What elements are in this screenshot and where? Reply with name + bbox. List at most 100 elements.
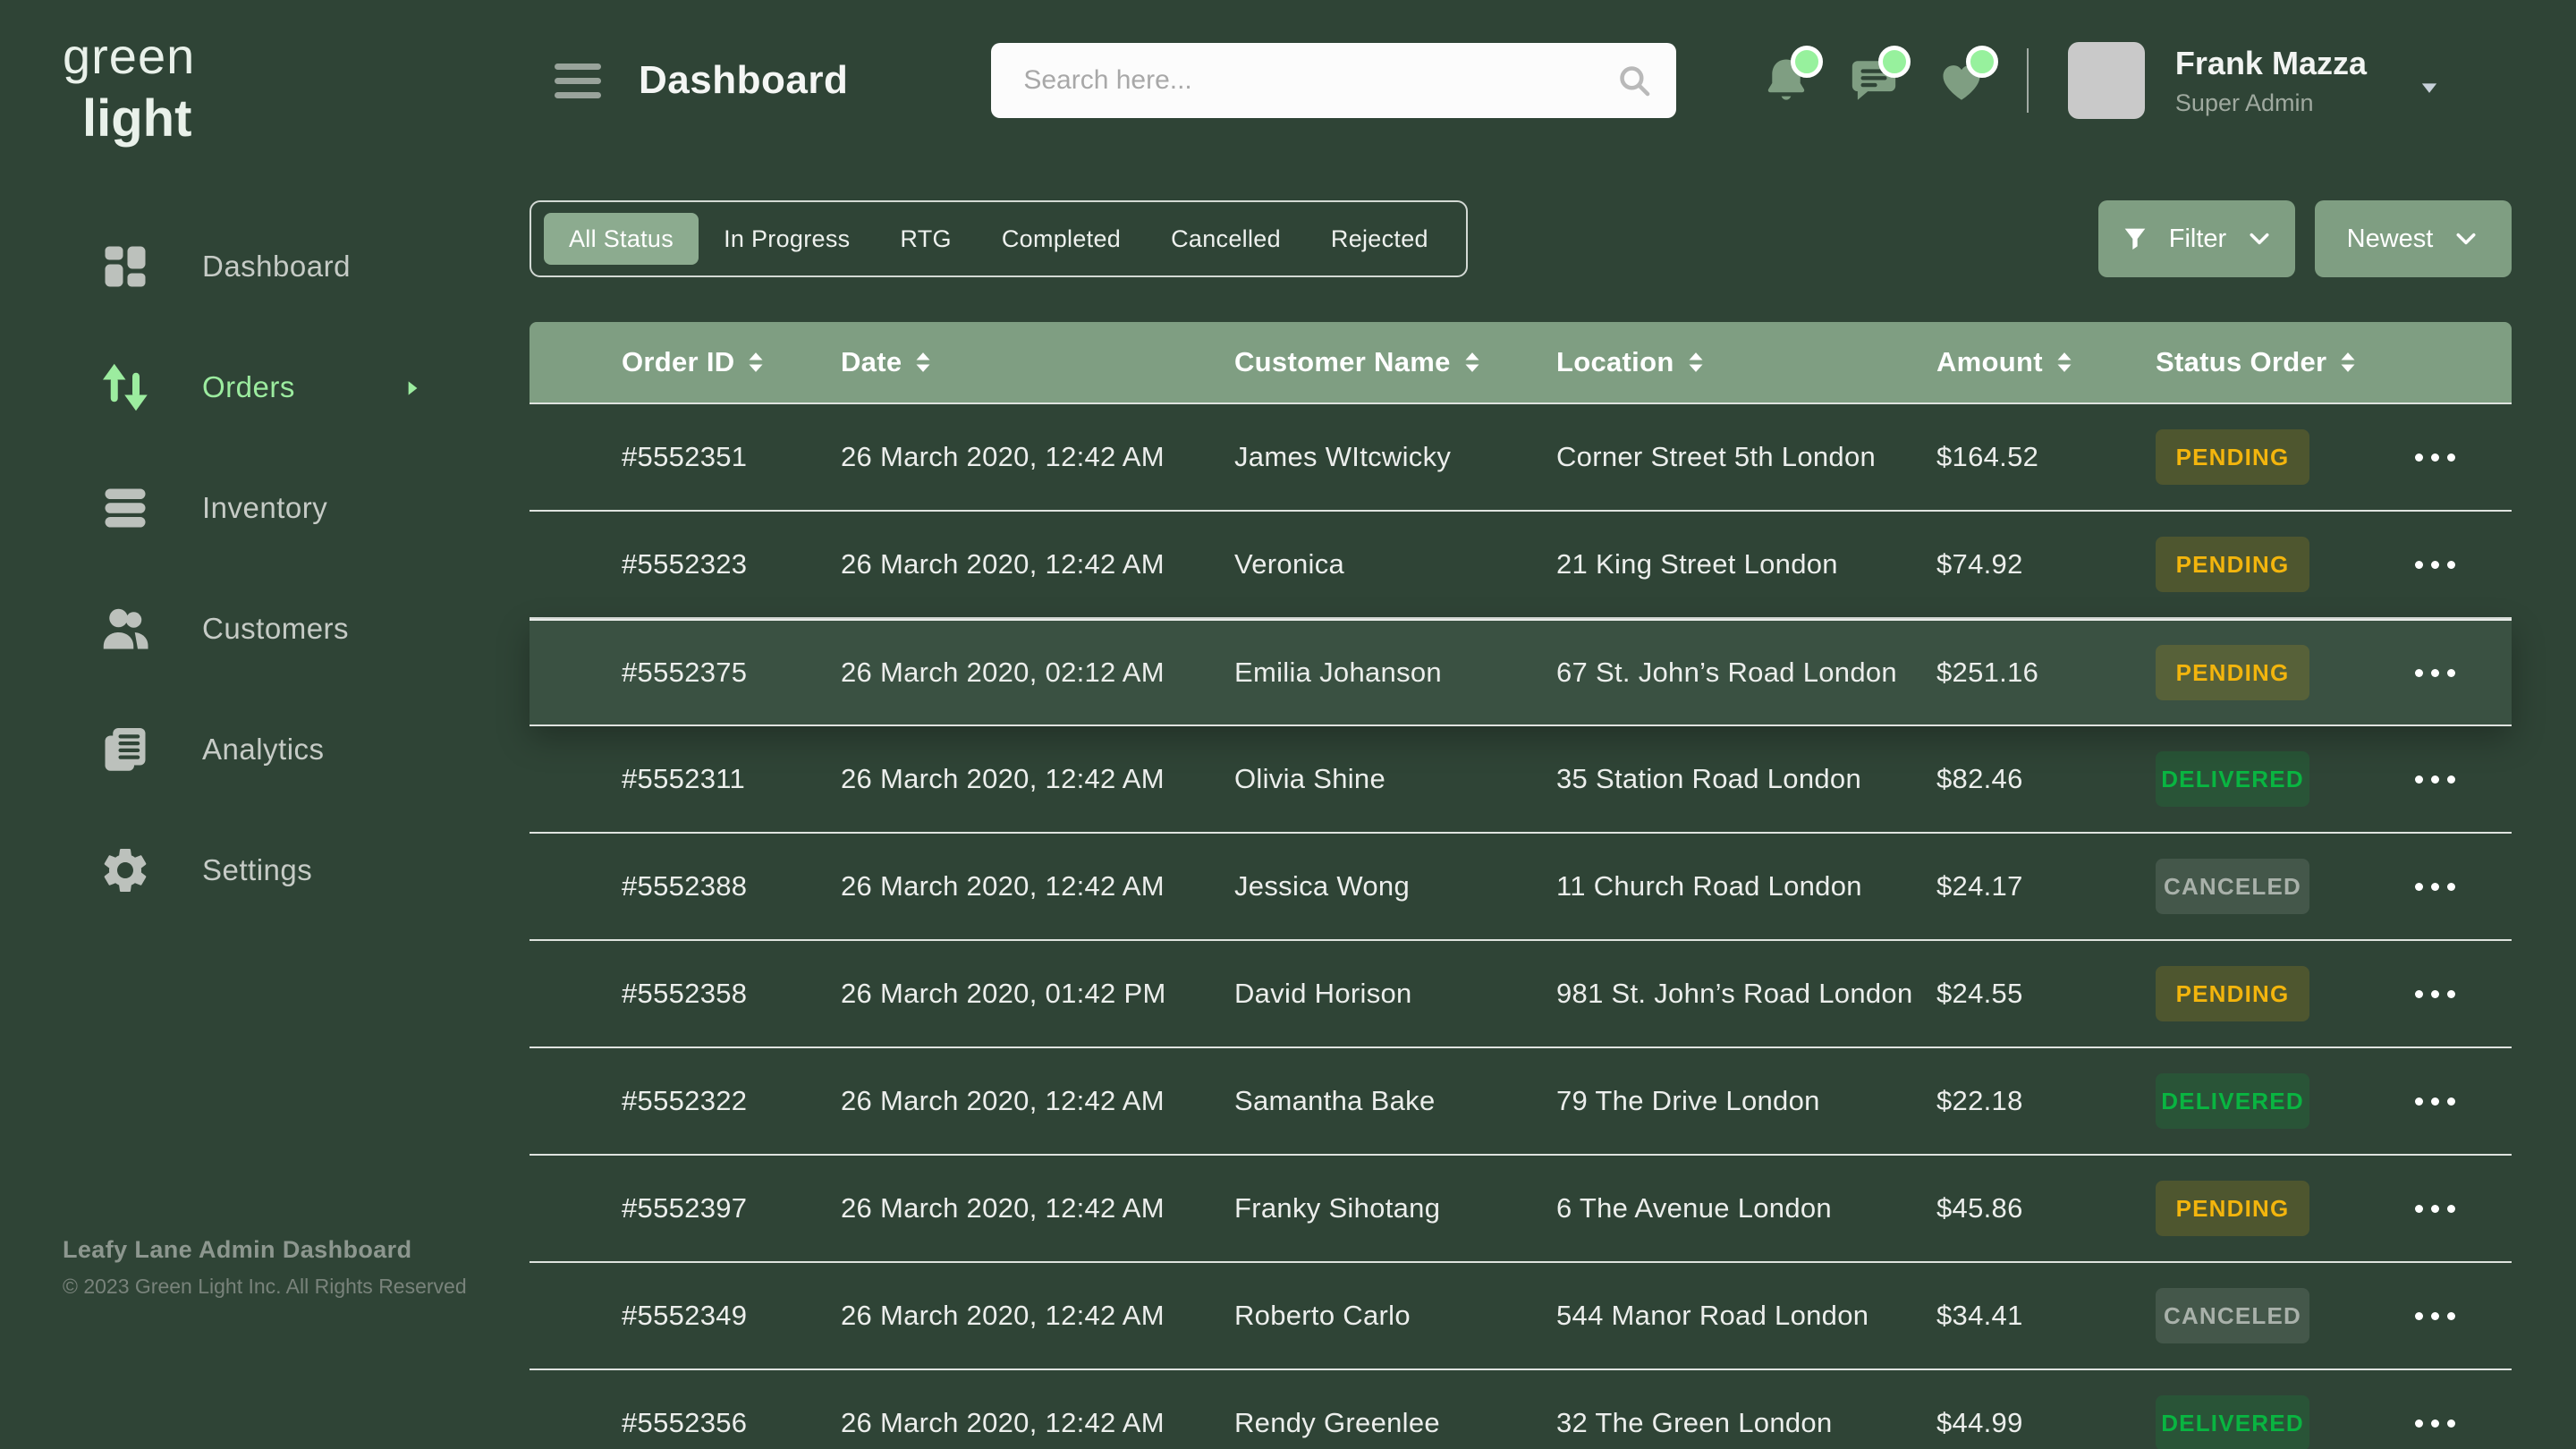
sidebar-item-inventory[interactable]: Inventory [0,476,530,540]
table-row[interactable]: #555237526 March 2020, 02:12 AMEmilia Jo… [530,619,2512,726]
column-header-customer-name[interactable]: Customer Name [1234,346,1556,378]
location-cell: 67 St. John’s Road London [1556,657,1936,689]
dot-icon [2447,1419,2455,1428]
column-header-location[interactable]: Location [1556,346,1936,378]
dot-icon [2415,775,2423,784]
tab-cancelled[interactable]: Cancelled [1146,213,1306,265]
header-divider [2027,48,2029,113]
column-header-status-order[interactable]: Status Order [2156,346,2415,378]
column-header-amount[interactable]: Amount [1936,346,2156,378]
sort-button[interactable]: Newest [2315,200,2512,277]
table-row[interactable]: #555235126 March 2020, 12:42 AMJames WIt… [530,404,2512,512]
sidebar-item-customers[interactable]: Customers [0,597,530,661]
avatar[interactable] [2068,42,2145,119]
actions-cell [2415,874,2512,900]
customer-cell: Veronica [1234,548,1556,580]
table-row[interactable]: #555234926 March 2020, 12:42 AMRoberto C… [530,1263,2512,1370]
dot-icon [2447,1312,2455,1320]
status-badge: CANCELED [2156,1288,2309,1343]
dot-icon [2415,561,2423,569]
messages-button[interactable] [1848,55,1900,106]
row-actions-button[interactable] [2415,552,2455,578]
column-header-label: Date [841,346,902,378]
row-actions-button[interactable] [2415,660,2455,686]
table-row[interactable]: #555238826 March 2020, 12:42 AMJessica W… [530,834,2512,941]
tab-completed[interactable]: Completed [977,213,1146,265]
dot-icon [2431,1419,2439,1428]
row-actions-button[interactable] [2415,981,2455,1007]
search-input[interactable] [991,43,1676,118]
dot-icon [2431,669,2439,677]
table-row[interactable]: #555232326 March 2020, 12:42 AMVeronica2… [530,512,2512,619]
column-header-date[interactable]: Date [841,346,1234,378]
search-icon[interactable] [1615,62,1653,99]
notification-badge [1966,46,1998,78]
user-role: Super Admin [2175,89,2367,117]
table-row[interactable]: #555232226 March 2020, 12:42 AMSamantha … [530,1048,2512,1156]
sidebar-item-label: Orders [202,370,295,404]
table-row[interactable]: #555239726 March 2020, 12:42 AMFranky Si… [530,1156,2512,1263]
dot-icon [2447,669,2455,677]
tab-rejected[interactable]: Rejected [1306,213,1453,265]
row-actions-button[interactable] [2415,1411,2455,1436]
user-menu-button[interactable] [2417,75,2442,103]
footer-copyright: © 2023 Green Light Inc. All Rights Reser… [63,1275,467,1299]
table-row[interactable]: #555235826 March 2020, 01:42 PMDavid Hor… [530,941,2512,1048]
date-cell: 26 March 2020, 12:42 AM [841,1085,1234,1117]
status-cell: PENDING [2156,645,2415,700]
row-actions-button[interactable] [2415,767,2455,792]
location-cell: Corner Street 5th London [1556,441,1936,473]
actions-cell [2415,1196,2512,1222]
dot-icon [2415,1205,2423,1213]
actions-cell [2415,1411,2512,1436]
settings-icon [98,843,152,897]
sidebar-item-analytics[interactable]: Analytics [0,717,530,782]
amount-cell: $34.41 [1936,1300,2156,1332]
status-cell: PENDING [2156,966,2415,1021]
dot-icon [2431,1312,2439,1320]
sidebar-item-orders[interactable]: Orders [0,355,530,419]
date-cell: 26 March 2020, 12:42 AM [841,1300,1234,1332]
actions-cell [2415,660,2512,686]
row-actions-button[interactable] [2415,445,2455,470]
brand-logo: green light [0,0,530,148]
dot-icon [2415,453,2423,462]
menu-toggle-button[interactable] [555,64,601,98]
customer-cell: Emilia Johanson [1234,657,1556,689]
app-root: green light Dashboard Orders Inventory Cust… [0,0,2576,1449]
customer-cell: David Horison [1234,978,1556,1010]
tab-rtg[interactable]: RTG [875,213,976,265]
sort-icon [1463,351,1481,374]
table-row[interactable]: #555231126 March 2020, 12:42 AMOlivia Sh… [530,726,2512,834]
favorites-button[interactable] [1936,55,1987,106]
row-actions-button[interactable] [2415,1303,2455,1329]
column-header-order-id[interactable]: Order ID [622,346,841,378]
tab-all-status[interactable]: All Status [544,213,699,265]
table-row[interactable]: #555235626 March 2020, 12:42 AMRendy Gre… [530,1370,2512,1449]
sidebar-item-dashboard[interactable]: Dashboard [0,234,530,299]
location-cell: 981 St. John’s Road London [1556,978,1936,1010]
order-id-cell: #5552356 [622,1407,841,1439]
actions-cell [2415,445,2512,470]
status-badge: DELIVERED [2156,1395,2309,1449]
customer-cell: James WItcwicky [1234,441,1556,473]
row-actions-button[interactable] [2415,1089,2455,1114]
row-actions-button[interactable] [2415,874,2455,900]
filter-button[interactable]: Filter [2098,200,2295,277]
notification-badge [1791,46,1823,78]
tab-in-progress[interactable]: In Progress [699,213,875,265]
actions-cell [2415,1303,2512,1329]
customer-cell: Franky Sihotang [1234,1192,1556,1224]
row-actions-button[interactable] [2415,1196,2455,1222]
caret-right-icon [401,377,424,404]
actions-cell [2415,1089,2512,1114]
actions-cell [2415,981,2512,1007]
dashboard-icon [98,240,152,293]
amount-cell: $22.18 [1936,1085,2156,1117]
location-cell: 79 The Drive London [1556,1085,1936,1117]
amount-cell: $24.55 [1936,978,2156,1010]
inventory-icon [98,481,152,535]
notifications-button[interactable] [1760,55,1812,106]
brand-logo-line1: green [63,27,530,85]
sidebar-item-settings[interactable]: Settings [0,838,530,902]
